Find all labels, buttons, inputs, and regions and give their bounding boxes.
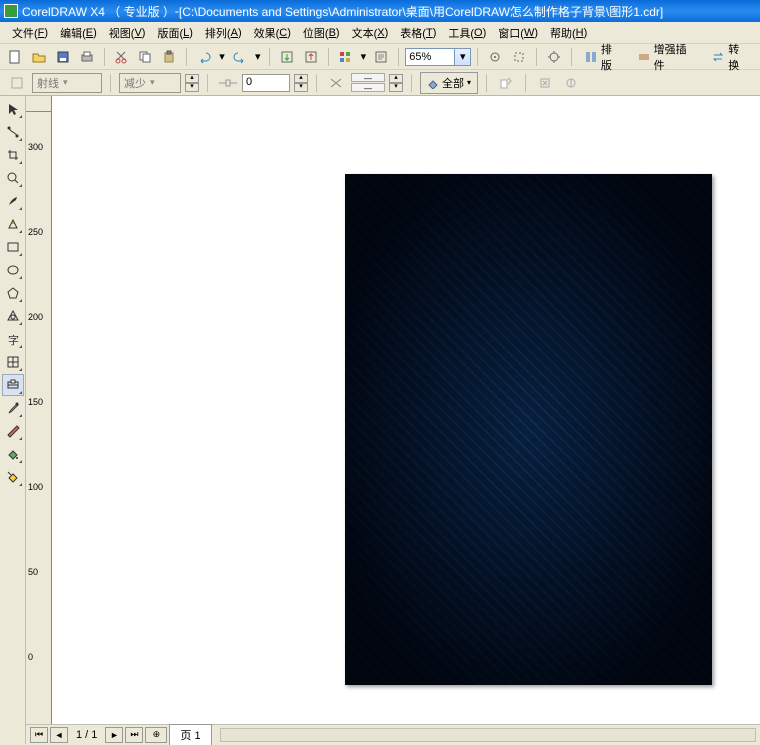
- interactive-tool[interactable]: [2, 374, 24, 396]
- ruler-tick: 300: [28, 142, 43, 152]
- ruler-vertical[interactable]: 300 250 200 150 100 50 0: [26, 112, 52, 724]
- zoom-combo[interactable]: 65% ▾: [405, 48, 471, 66]
- prev-page-button[interactable]: ◄: [50, 727, 68, 743]
- title-doc: [C:\Documents and Settings\Administrator…: [179, 3, 663, 20]
- add-page-button[interactable]: ⊕: [145, 727, 167, 743]
- paiban-button[interactable]: 排版: [578, 39, 629, 75]
- ruler-tick: 200: [28, 312, 43, 322]
- toolbox: 字: [0, 96, 26, 744]
- polygon-tool[interactable]: [2, 282, 24, 304]
- ruler-origin[interactable]: [26, 96, 52, 112]
- table-tool[interactable]: [2, 351, 24, 373]
- pattern-fill: [345, 174, 712, 685]
- first-page-button[interactable]: ⏮: [30, 727, 48, 743]
- menu-b[interactable]: 位图(B): [297, 23, 346, 43]
- zoom-value[interactable]: 65%: [405, 48, 455, 66]
- snap-button[interactable]: [484, 46, 506, 68]
- h-scrollbar[interactable]: [220, 728, 756, 742]
- interactive-fill-tool[interactable]: [2, 466, 24, 488]
- page-tab-1[interactable]: 页 1: [169, 724, 211, 745]
- redo-dropdown[interactable]: ▾: [253, 46, 263, 68]
- menu-e[interactable]: 编辑(E): [54, 23, 103, 43]
- import-button[interactable]: [276, 46, 298, 68]
- rectangle-tool[interactable]: [2, 236, 24, 258]
- svg-text:字: 字: [8, 333, 19, 346]
- app-launcher-button[interactable]: [335, 46, 357, 68]
- chevron-down-icon[interactable]: ▾: [455, 48, 471, 66]
- title-app: CorelDRAW X4 （ 专业版 ）: [22, 3, 175, 20]
- clear-button[interactable]: [534, 72, 556, 94]
- canvas[interactable]: [52, 112, 760, 724]
- freehand-tool[interactable]: [2, 190, 24, 212]
- zengqiang-button[interactable]: 增强插件: [631, 39, 704, 75]
- ellipse-tool[interactable]: [2, 259, 24, 281]
- menu-a[interactable]: 排列(A): [199, 23, 248, 43]
- ruler-tick: 150: [28, 397, 43, 407]
- step-spinner[interactable]: ▴▾: [185, 74, 199, 92]
- slider-icon: [216, 72, 238, 94]
- step-combo[interactable]: 减少▾: [119, 73, 181, 93]
- cut-button[interactable]: [111, 46, 133, 68]
- convert-button[interactable]: [560, 72, 582, 94]
- export-button[interactable]: [300, 46, 322, 68]
- envelope-icon[interactable]: [325, 72, 347, 94]
- basic-shapes-tool[interactable]: [2, 305, 24, 327]
- app-launcher-dropdown[interactable]: ▾: [358, 46, 368, 68]
- smart-tool[interactable]: [2, 213, 24, 235]
- outline-tool[interactable]: [2, 420, 24, 442]
- standard-toolbar: ▾ ▾ ▾ 65% ▾ 排版 增强插件 转换: [0, 44, 760, 70]
- copy-props-button[interactable]: [495, 72, 517, 94]
- options-button[interactable]: [543, 46, 565, 68]
- envelope-opts[interactable]: — —: [351, 73, 385, 92]
- paste-button[interactable]: [158, 46, 180, 68]
- menu-o[interactable]: 工具(O): [442, 23, 492, 43]
- eyedropper-tool[interactable]: [2, 397, 24, 419]
- menu-c[interactable]: 效果(C): [248, 23, 297, 43]
- menu-l[interactable]: 版面(L): [151, 23, 198, 43]
- ruler-tick: 0: [28, 652, 33, 662]
- menu-x[interactable]: 文本(X): [346, 23, 395, 43]
- menu-v[interactable]: 视图(V): [103, 23, 152, 43]
- copy-button[interactable]: [134, 46, 156, 68]
- bucket-icon: [427, 77, 439, 89]
- app-icon: [4, 4, 18, 18]
- save-button[interactable]: [52, 46, 74, 68]
- envelope-spinner[interactable]: ▴▾: [389, 74, 403, 92]
- welcome-button[interactable]: [370, 46, 392, 68]
- text-tool[interactable]: 字: [2, 328, 24, 350]
- page-counter: 1 / 1: [70, 729, 103, 741]
- snapoptions-button[interactable]: [508, 46, 530, 68]
- crop-tool[interactable]: [2, 144, 24, 166]
- fill-tool[interactable]: [2, 443, 24, 465]
- undo-dropdown[interactable]: ▾: [217, 46, 227, 68]
- value-spinner[interactable]: ▴▾: [294, 74, 308, 92]
- zoom-tool[interactable]: [2, 167, 24, 189]
- undo-button[interactable]: [193, 46, 215, 68]
- menu-t[interactable]: 表格(T): [394, 23, 442, 43]
- zhuanhuan-button[interactable]: 转换: [705, 39, 756, 75]
- print-button[interactable]: [76, 46, 98, 68]
- shape-tool[interactable]: [2, 121, 24, 143]
- new-button[interactable]: [4, 46, 26, 68]
- preset-combo[interactable]: 射线▾: [32, 73, 102, 93]
- title-bar: CorelDRAW X4 （ 专业版 ） - [C:\Documents and…: [0, 0, 760, 22]
- menu-f[interactable]: 文件(F): [6, 23, 54, 43]
- last-page-button[interactable]: ⏭: [125, 727, 143, 743]
- next-page-button[interactable]: ►: [105, 727, 123, 743]
- selection-all-button[interactable]: 全部 ▾: [420, 72, 478, 94]
- value-field[interactable]: 0: [242, 74, 290, 92]
- page-artwork[interactable]: [345, 174, 712, 685]
- presets-button[interactable]: [6, 72, 28, 94]
- open-button[interactable]: [28, 46, 50, 68]
- ruler-tick: 100: [28, 482, 43, 492]
- ruler-tick: 250: [28, 227, 43, 237]
- page-navigator: ⏮ ◄ 1 / 1 ► ⏭ ⊕ 页 1: [26, 724, 760, 744]
- ruler-tick: 50: [28, 567, 38, 577]
- menu-w[interactable]: 窗口(W): [492, 23, 544, 43]
- redo-button[interactable]: [229, 46, 251, 68]
- pick-tool[interactable]: [2, 98, 24, 120]
